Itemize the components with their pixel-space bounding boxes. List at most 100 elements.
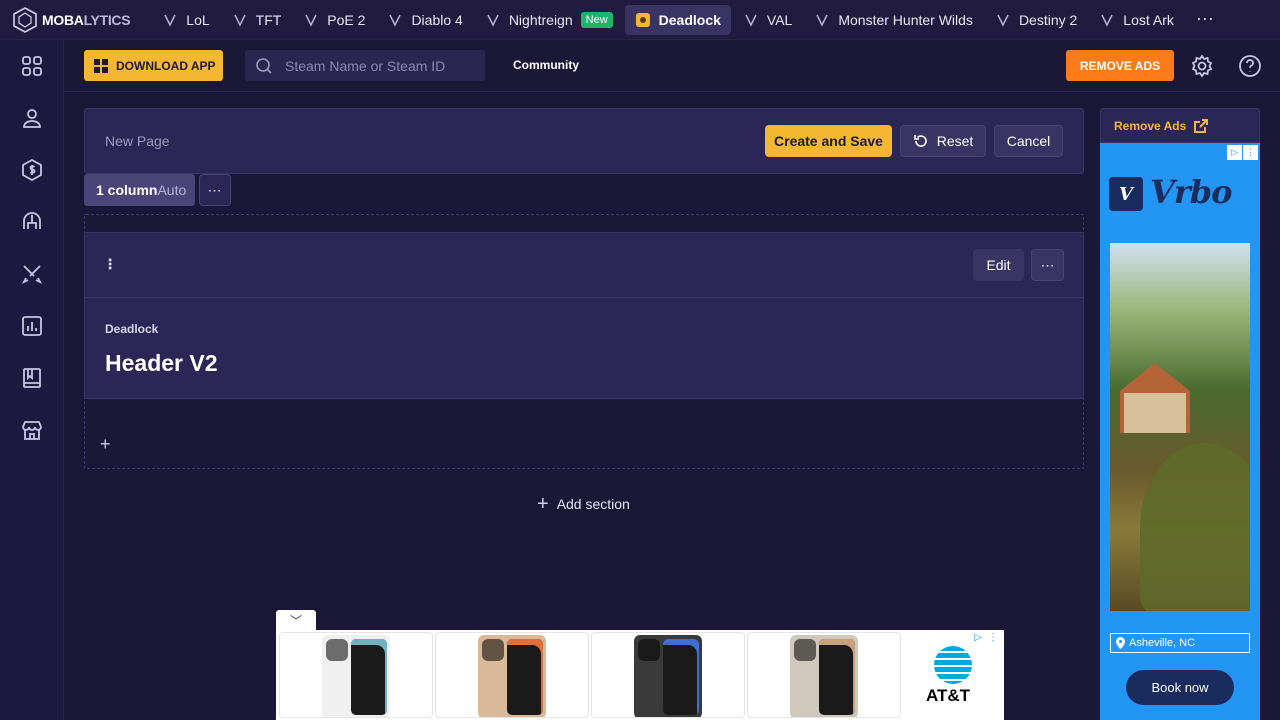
block-toolbar: ⠇ Edit ⋯ — [85, 233, 1083, 298]
nav-item-val[interactable]: VAL — [733, 5, 802, 35]
adchoices-icon[interactable]: ▷ ⋮ — [1227, 145, 1258, 160]
search-icon — [256, 57, 272, 74]
location-pin-icon — [1116, 637, 1125, 649]
lol-icon — [162, 12, 178, 28]
settings-gear-icon[interactable] — [1190, 54, 1214, 78]
builds-swords-icon[interactable] — [20, 262, 44, 286]
phone-image — [478, 635, 546, 717]
nav-item-label: TFT — [255, 11, 282, 28]
ad-location: Asheville, NC — [1110, 633, 1250, 653]
search-input[interactable] — [285, 57, 475, 74]
edit-block-button[interactable]: Edit — [973, 249, 1024, 281]
block-more-button[interactable]: ⋯ — [1031, 249, 1064, 281]
nav-item-label: PoE 2 — [327, 11, 366, 28]
left-sidebar — [0, 40, 64, 720]
download-app-button[interactable]: DOWNLOAD APP — [84, 50, 223, 81]
remove-ads-link[interactable]: Remove Ads — [1100, 108, 1260, 143]
remove-ads-link-label: Remove Ads — [1114, 118, 1187, 133]
column-layout-selector[interactable]: 1 column Auto — [84, 174, 195, 206]
nav-item-label: LoL — [186, 11, 210, 28]
download-app-label: DOWNLOAD APP — [116, 58, 216, 73]
vrbo-wordmark: Vrbo — [1150, 173, 1232, 211]
nav-item-deadlock[interactable]: Deadlock — [624, 4, 731, 35]
new-badge: New — [580, 11, 613, 28]
add-section-label: Add section — [556, 496, 630, 512]
phone-product-card[interactable] — [747, 632, 901, 718]
nav-item-nightreign[interactable]: Nightreign New — [475, 5, 623, 35]
column-count-label: 1 column — [96, 182, 158, 198]
tft-icon — [232, 12, 248, 28]
community-link[interactable]: Community — [513, 58, 579, 72]
nav-item-label: Deadlock — [658, 11, 721, 28]
collapse-ad-chevron-icon[interactable]: ﹀ — [276, 610, 316, 630]
reset-button[interactable]: Reset — [900, 125, 986, 157]
layout-more-button[interactable]: ⋯ — [199, 174, 231, 206]
column-mode-label: Auto — [157, 182, 187, 198]
mobalytics-logo[interactable]: MOBALYTICS — [12, 6, 131, 33]
page-title-input[interactable]: New Page — [105, 133, 170, 149]
deadlock-icon — [635, 12, 651, 28]
profile-icon[interactable] — [20, 106, 44, 130]
adchoices-icon[interactable]: ▷ ⋮ — [974, 632, 998, 643]
external-link-icon — [1194, 118, 1209, 133]
poe2-icon — [303, 12, 319, 28]
page-header: DOWNLOAD APP Community REMOVE ADS — [64, 40, 1280, 92]
nav-item-label: Monster Hunter Wilds — [838, 11, 973, 28]
book-now-button[interactable]: Book now — [1126, 670, 1234, 705]
top-nav: MOBALYTICS LoL TFT PoE 2 Diablo 4 Nightreign… — [0, 0, 1280, 40]
phone-image — [790, 635, 858, 717]
drag-handle-icon[interactable]: ⠇ — [107, 257, 117, 274]
valorant-icon — [743, 12, 759, 28]
nav-item-lost-ark[interactable]: Lost Ark — [1089, 5, 1184, 35]
nav-item-label: Destiny 2 — [1018, 11, 1078, 28]
add-section-button[interactable]: + Add section — [537, 493, 630, 515]
cancel-button[interactable]: Cancel — [994, 125, 1063, 157]
diablo4-icon — [387, 12, 403, 28]
reset-icon — [913, 135, 927, 147]
stats-chart-icon[interactable] — [20, 314, 44, 338]
nav-item-label: Lost Ark — [1123, 11, 1174, 28]
apps-grid-icon[interactable] — [20, 54, 44, 78]
nav-item-tft[interactable]: TFT — [222, 5, 292, 35]
ad-photo — [1110, 243, 1250, 611]
player-search[interactable] — [245, 50, 485, 81]
destiny2-icon — [995, 12, 1011, 28]
nav-item-poe-2[interactable]: PoE 2 — [293, 5, 375, 35]
help-icon[interactable] — [1238, 54, 1262, 78]
add-block-button[interactable]: + — [100, 435, 116, 453]
windows-icon — [94, 58, 108, 73]
block-kicker: Deadlock — [105, 322, 159, 336]
block-heading: Header V2 — [105, 350, 218, 376]
page-editor-toolbar: New Page Create and Save Reset Cancel — [84, 108, 1084, 174]
bottom-banner-ad[interactable]: AT&T ▷ ⋮ — [276, 630, 1004, 720]
nightreign-icon — [485, 12, 501, 28]
phone-image — [322, 635, 390, 717]
phone-image — [634, 635, 702, 717]
nav-item-label: Diablo 4 — [411, 11, 463, 28]
nav-item-diablo-4[interactable]: Diablo 4 — [377, 5, 472, 35]
reset-label: Reset — [936, 133, 974, 149]
guides-book-icon[interactable] — [20, 366, 44, 390]
att-logo: AT&T — [916, 646, 990, 710]
phone-product-card[interactable] — [435, 632, 589, 718]
vrbo-logo: V — [1109, 177, 1143, 211]
store-icon[interactable] — [20, 418, 44, 442]
nav-item-label: Nightreign — [508, 11, 573, 28]
nav-item-destiny-2[interactable]: Destiny 2 — [985, 5, 1087, 35]
mhw-icon — [814, 12, 830, 28]
heroes-helmet-icon[interactable] — [20, 210, 44, 234]
nav-item-label: VAL — [766, 11, 793, 28]
vrbo-ad[interactable]: ▷ ⋮ V Vrbo Asheville, NC Book now — [1100, 143, 1260, 720]
lostark-icon — [1099, 12, 1115, 28]
phone-product-card[interactable] — [591, 632, 745, 718]
currency-shield-icon[interactable] — [20, 158, 44, 182]
plus-icon: + — [537, 493, 549, 515]
phone-product-card[interactable] — [279, 632, 433, 718]
nav-item-monster-hunter-wilds[interactable]: Monster Hunter Wilds — [804, 5, 983, 35]
nav-item-lol[interactable]: LoL — [152, 5, 219, 35]
right-ad-panel: Remove Ads ▷ ⋮ V Vrbo Asheville, NC Book … — [1100, 108, 1260, 720]
mobalytics-logo-icon — [13, 6, 37, 33]
create-and-save-button[interactable]: Create and Save — [765, 125, 892, 157]
remove-ads-button[interactable]: REMOVE ADS — [1066, 50, 1174, 81]
more-games-button[interactable]: ⋯ — [1188, 9, 1222, 30]
